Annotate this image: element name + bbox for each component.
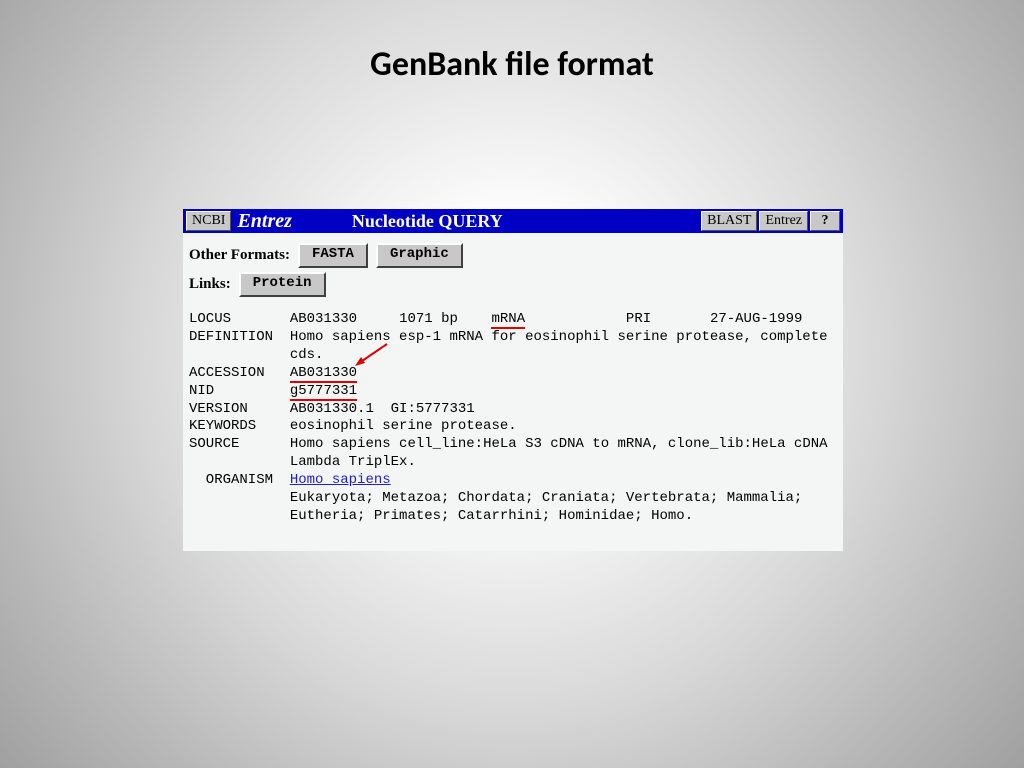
taxonomy-line2: Eutheria; Primates; Catarrhini; Hominida… — [290, 508, 693, 524]
locus-name: AB031330 — [290, 311, 357, 327]
topbar: NCBI Entrez Nucleotide QUERY BLAST Entre… — [183, 209, 843, 233]
graphic-button[interactable]: Graphic — [376, 243, 463, 268]
entrez-brand: Entrez — [237, 210, 291, 233]
help-button[interactable]: ? — [810, 211, 840, 231]
accession-value: AB031330 — [290, 365, 357, 383]
locus-key: LOCUS — [189, 311, 231, 327]
keywords-value: eosinophil serine protease. — [290, 418, 517, 434]
topbar-title: Nucleotide QUERY — [352, 211, 503, 232]
definition-line1: Homo sapiens esp-1 mRNA for eosinophil s… — [290, 329, 828, 345]
organism-link[interactable]: Homo sapiens — [290, 472, 391, 488]
version-key: VERSION — [189, 401, 248, 417]
fasta-button[interactable]: FASTA — [298, 243, 368, 268]
protein-button[interactable]: Protein — [239, 272, 326, 297]
source-key: SOURCE — [189, 436, 239, 452]
format-area: Other Formats: FASTA Graphic Links: Prot… — [183, 233, 843, 297]
version-value: AB031330.1 GI:5777331 — [290, 401, 475, 417]
genbank-panel: NCBI Entrez Nucleotide QUERY BLAST Entre… — [183, 209, 843, 551]
locus-date: 27-AUG-1999 — [710, 311, 802, 327]
slide-title: GenBank file format — [0, 0, 1024, 85]
ncbi-button[interactable]: NCBI — [186, 211, 231, 231]
nid-value: g5777331 — [290, 383, 357, 401]
accession-key: ACCESSION — [189, 365, 265, 381]
links-label: Links: — [189, 276, 231, 293]
source-line1: Homo sapiens cell_line:HeLa S3 cDNA to m… — [290, 436, 828, 452]
locus-len: 1071 bp — [399, 311, 458, 327]
source-line2: Lambda TriplEx. — [290, 454, 416, 470]
entrez-button[interactable]: Entrez — [759, 211, 808, 231]
definition-line2: cds. — [290, 347, 324, 363]
other-formats-label: Other Formats: — [189, 247, 290, 264]
definition-key: DEFINITION — [189, 329, 273, 345]
taxonomy-line1: Eukaryota; Metazoa; Chordata; Craniata; … — [290, 490, 802, 506]
organism-key: ORGANISM — [189, 472, 273, 488]
locus-div: PRI — [626, 311, 651, 327]
locus-moltype: mRNA — [491, 311, 525, 329]
keywords-key: KEYWORDS — [189, 418, 256, 434]
record-block: LOCUS AB031330 1071 bp mRNA PRI 27-AUG-1… — [183, 301, 843, 526]
nid-key: NID — [189, 383, 214, 399]
annotation-arrow-icon — [353, 341, 393, 371]
blast-button[interactable]: BLAST — [701, 211, 757, 231]
